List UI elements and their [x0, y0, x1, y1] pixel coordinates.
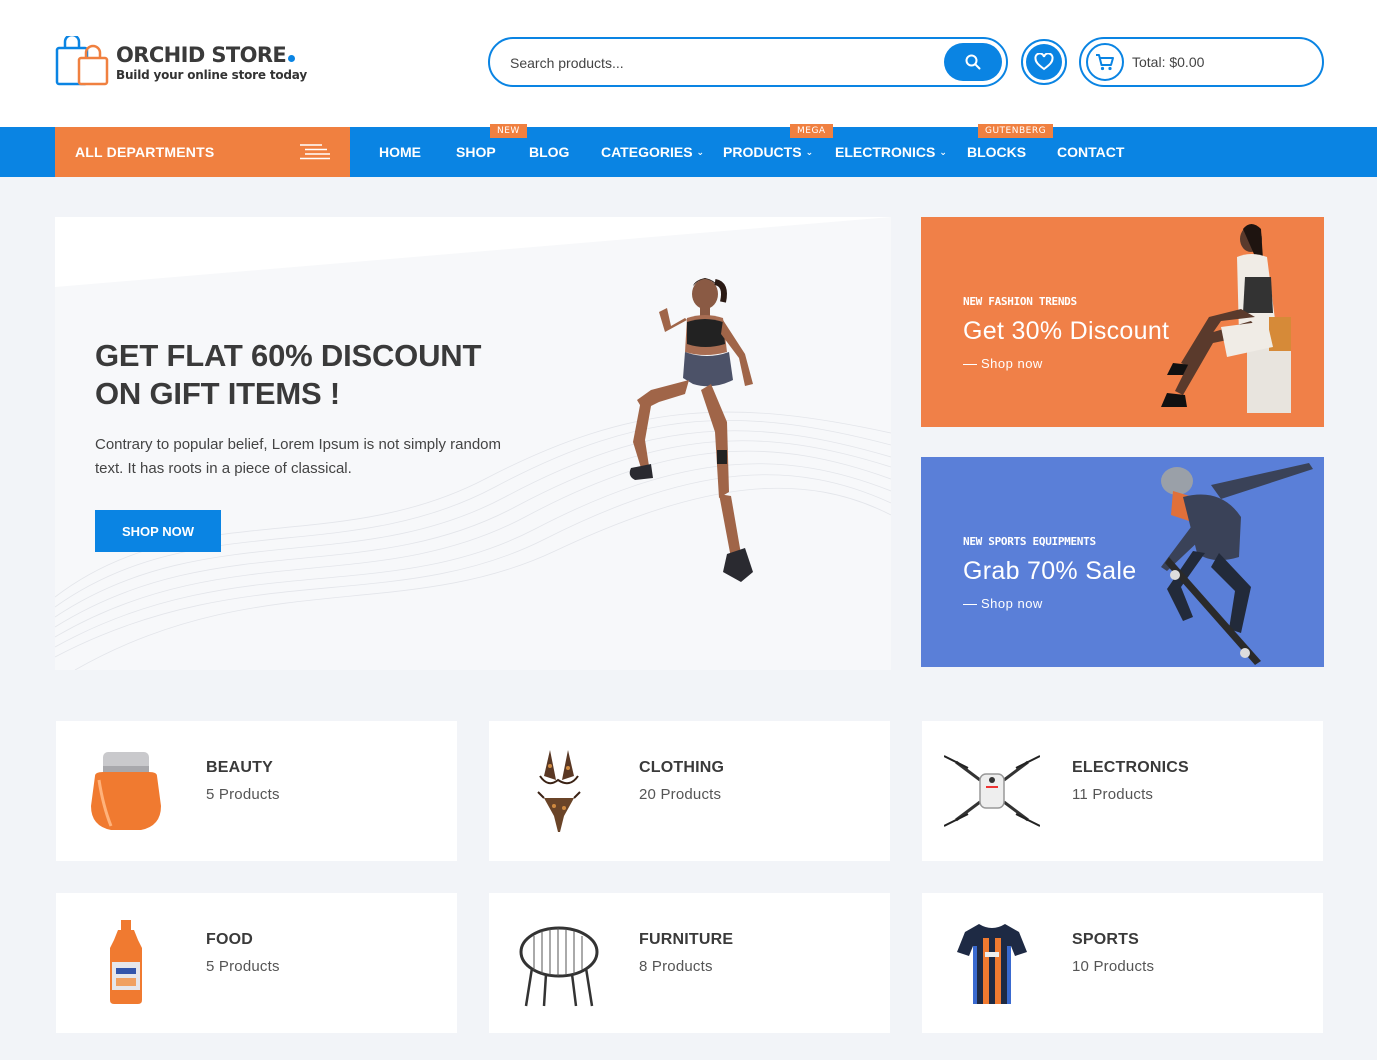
category-card-sports[interactable]: SPORTS 10 Products [922, 893, 1323, 1033]
brand-tagline: Build your online store today [116, 67, 307, 82]
heart-icon [1034, 53, 1054, 71]
nav-products-label: PRODUCTS [723, 144, 802, 160]
oil-bottle-icon [78, 915, 174, 1011]
category-count: 8 Products [639, 958, 713, 975]
athlete-image [629, 278, 753, 582]
drone-icon [944, 743, 1040, 839]
menu-lines-icon [300, 144, 330, 160]
chevron-down-icon: ⌄ [696, 146, 705, 157]
hero-desc-line1: Contrary to popular belief, Lorem Ipsum … [95, 436, 502, 453]
jersey-icon [944, 915, 1040, 1011]
hero-title-line2: ON GIFT ITEMS ! [95, 376, 340, 411]
cart-icon-wrap [1086, 43, 1124, 81]
chair-icon [511, 915, 607, 1011]
nav-home-label: HOME [379, 144, 421, 160]
main-nav: ALL DEPARTMENTS HOME SHOP NEW BLOG CATEG… [0, 124, 1377, 177]
badge-mega: MEGA [790, 124, 833, 138]
nav-blog-label: BLOG [529, 144, 570, 160]
hero-description: Contrary to popular belief, Lorem Ipsum … [95, 433, 545, 481]
bikini-icon [511, 743, 607, 839]
hero-title: GET FLAT 60% DISCOUNT ON GIFT ITEMS ! [95, 337, 481, 413]
nav-categories-label: CATEGORIES [601, 144, 693, 160]
hero-banner: GET FLAT 60% DISCOUNT ON GIFT ITEMS ! Co… [55, 217, 891, 670]
promo-fashion-link[interactable]: Shop now [963, 356, 1043, 371]
nav-electronics-label: ELECTRONICS [835, 144, 936, 160]
category-name: ELECTRONICS [1072, 759, 1189, 776]
search-icon [965, 54, 981, 70]
category-name: FOOD [206, 931, 254, 948]
store-logo[interactable]: ORCHID STORE Build your online store tod… [55, 33, 307, 88]
category-name: CLOTHING [639, 759, 725, 776]
category-card-electronics[interactable]: ELECTRONICS 11 Products [922, 721, 1323, 861]
promo-sports-link-label: Shop now [981, 596, 1043, 611]
promo-fashion-kicker: NEW FASHION TRENDS [963, 295, 1077, 308]
hero-desc-line2: text. It has roots in a piece of classic… [95, 460, 352, 477]
brand-name: ORCHID STORE [116, 42, 287, 67]
category-card-furniture[interactable]: FURNITURE 8 Products [489, 893, 890, 1033]
shop-now-button[interactable]: SHOP NOW [95, 510, 221, 552]
nav-blog[interactable]: BLOG [529, 127, 569, 177]
cart-button[interactable]: Total: $0.00 [1079, 37, 1324, 87]
nav-blocks-label: BLOCKS [967, 144, 1027, 160]
promo-sports[interactable]: NEW SPORTS EQUIPMENTS Grab 70% Sale Shop… [921, 457, 1324, 667]
category-count: 20 Products [639, 786, 722, 803]
cream-jar-icon [78, 743, 174, 839]
nav-contact-label: CONTACT [1057, 144, 1125, 160]
chevron-down-icon: ⌄ [939, 146, 947, 157]
nav-contact[interactable]: CONTACT [1057, 127, 1124, 177]
category-card-beauty[interactable]: BEAUTY 5 Products [56, 721, 457, 861]
hero-title-line1: GET FLAT 60% DISCOUNT [95, 338, 482, 373]
category-name: BEAUTY [206, 759, 273, 776]
promo-sports-link[interactable]: Shop now [963, 596, 1043, 611]
shopping-cart-icon [1096, 54, 1114, 71]
nav-electronics[interactable]: ELECTRONICS ⌄ [835, 127, 947, 177]
promo-fashion[interactable]: NEW FASHION TRENDS Get 30% Discount Shop… [921, 217, 1324, 427]
search-button[interactable] [944, 43, 1002, 81]
category-card-clothing[interactable]: CLOTHING 20 Products [489, 721, 890, 861]
promo-fashion-title: Get 30% Discount [963, 317, 1170, 345]
site-header: ORCHID STORE Build your online store tod… [0, 0, 1377, 127]
badge-gutenberg: GUTENBERG [978, 124, 1054, 138]
promo-fashion-link-label: Shop now [981, 356, 1043, 371]
nav-shop-label: SHOP [456, 144, 496, 160]
category-name: SPORTS [1072, 931, 1139, 948]
category-count: 5 Products [206, 786, 280, 803]
badge-new: NEW [490, 124, 527, 138]
nav-home[interactable]: HOME [379, 127, 421, 177]
shopping-bag-icon [55, 33, 111, 88]
chevron-down-icon: ⌄ [805, 146, 814, 157]
promo-sports-kicker: NEW SPORTS EQUIPMENTS [963, 535, 1096, 548]
category-card-food[interactable]: FOOD 5 Products [56, 893, 457, 1033]
search-bar [488, 37, 1008, 87]
cart-total: Total: $0.00 [1132, 54, 1205, 70]
search-input[interactable] [510, 51, 930, 75]
category-count: 11 Products [1072, 786, 1154, 803]
all-departments-button[interactable]: ALL DEPARTMENTS [55, 127, 350, 177]
wishlist-button[interactable] [1021, 39, 1067, 85]
category-count: 5 Products [206, 958, 280, 975]
category-name: FURNITURE [639, 931, 734, 948]
brand-dot [288, 54, 296, 62]
departments-label: ALL DEPARTMENTS [75, 144, 215, 160]
category-count: 10 Products [1072, 958, 1155, 975]
promo-sports-title: Grab 70% Sale [963, 557, 1137, 585]
nav-categories[interactable]: CATEGORIES ⌄ [601, 127, 704, 177]
